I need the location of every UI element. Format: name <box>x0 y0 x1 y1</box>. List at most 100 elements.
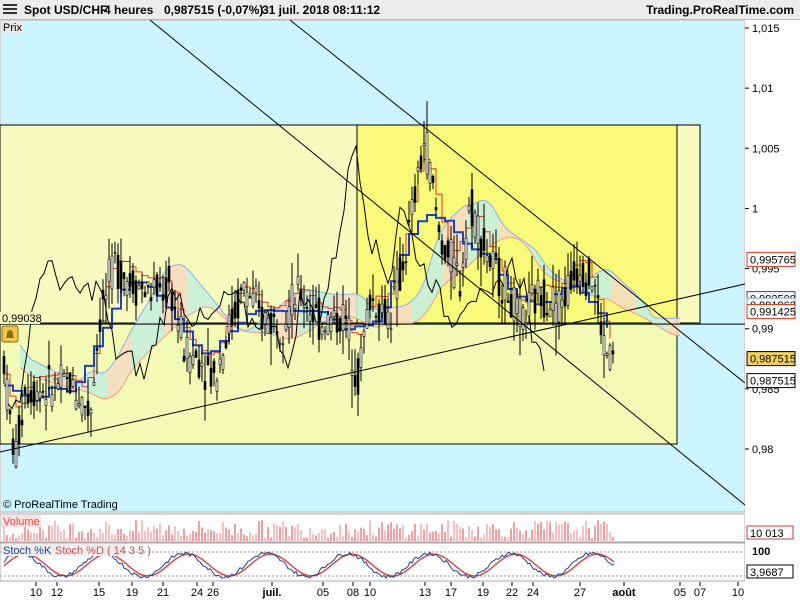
candle-body <box>335 313 339 333</box>
volume-value: 10 013 <box>750 528 784 540</box>
candle-body <box>44 398 48 406</box>
candle-body <box>434 207 438 211</box>
candle-body <box>539 295 543 307</box>
candle-body <box>179 316 183 339</box>
candle-body <box>455 262 459 266</box>
candle-body <box>515 297 519 314</box>
candle-body <box>380 303 384 314</box>
candle-body <box>122 272 126 280</box>
candle-body <box>308 314 312 322</box>
candle-body <box>35 390 39 401</box>
candle-body <box>545 312 549 316</box>
cloud-segment <box>400 305 404 325</box>
candle-body <box>533 288 537 314</box>
cloud-segment <box>352 293 356 319</box>
x-tick-label: juil. <box>262 587 282 599</box>
candle-body <box>275 331 279 335</box>
candle-body <box>80 397 84 416</box>
candle-body <box>569 270 573 290</box>
candle-body <box>368 294 372 311</box>
candle-body <box>341 304 345 331</box>
candle-body <box>188 355 192 373</box>
candle-body <box>293 303 297 310</box>
cloud-segment <box>408 300 412 325</box>
candle-body <box>89 409 93 414</box>
candle-body <box>92 382 96 386</box>
candle-body <box>167 265 171 283</box>
candle-body <box>242 281 246 291</box>
candle-body <box>557 290 561 323</box>
candle-body <box>113 252 117 255</box>
cloud-segment <box>108 364 112 399</box>
candle-body <box>230 308 234 326</box>
price-badge-label: 0,987515 <box>750 376 796 388</box>
candle-body <box>542 279 546 318</box>
candle-body <box>410 199 414 215</box>
candle-body <box>344 315 348 320</box>
candle-body <box>245 291 249 307</box>
chart-area[interactable]: 0,99038 Prix © ProRealTime Trading Volum… <box>0 0 800 600</box>
candle-body <box>353 375 357 387</box>
candle-body <box>212 360 216 373</box>
candle-body <box>362 330 366 337</box>
candle-body <box>170 292 174 311</box>
candle-body <box>134 280 138 306</box>
candle-body <box>176 324 180 332</box>
x-tick-label: 19 <box>126 587 138 599</box>
candle-body <box>26 393 30 404</box>
y-tick-label: 0,98 <box>752 444 773 456</box>
candle-body <box>254 285 258 294</box>
candle-body <box>611 350 615 355</box>
x-tick-label: 24 <box>527 587 539 599</box>
candle-body <box>95 347 99 351</box>
x-tick-label: 05 <box>317 587 329 599</box>
candle-body <box>248 296 252 299</box>
candle-body <box>53 377 57 381</box>
x-tick-label: 12 <box>51 587 63 599</box>
candle-body <box>485 255 489 263</box>
cloud-segment <box>152 287 156 349</box>
cloud-segment <box>668 318 672 335</box>
candle-body <box>251 292 255 307</box>
candle-body <box>554 302 558 324</box>
y-tick-label: 0,99 <box>752 324 773 336</box>
cloud-segment <box>392 306 396 325</box>
candle-body <box>269 313 273 334</box>
x-tick-label: 05 <box>674 587 686 599</box>
cloud-segment <box>136 315 140 365</box>
cloud-segment <box>144 302 148 357</box>
candle-body <box>128 273 132 287</box>
candle-body <box>470 189 474 227</box>
candle-body <box>560 299 564 308</box>
candle-body <box>548 308 552 318</box>
candle-body <box>314 304 318 308</box>
candle-body <box>503 266 507 301</box>
candle-body <box>155 274 159 296</box>
candle-body <box>290 284 294 316</box>
candle-body <box>161 294 165 301</box>
x-tick-label: 13 <box>419 587 431 599</box>
stoch-100-label: 100 <box>752 546 770 558</box>
cloud-segment <box>612 271 616 304</box>
candle-body <box>32 381 36 407</box>
candle-body <box>50 393 54 407</box>
time-axis[interactable]: 10 12 15 19 21 24 26 juil. 05 08 10 13 17 19 22 24 27 aoû… <box>30 582 744 599</box>
candle-body <box>446 240 450 258</box>
candle-body <box>56 383 60 390</box>
candle-body <box>86 400 90 417</box>
candle-body <box>173 307 177 309</box>
candle-body <box>146 281 150 286</box>
candle-body <box>371 298 375 301</box>
candle-body <box>383 298 387 324</box>
candle-body <box>203 381 207 390</box>
candle-body <box>71 379 75 387</box>
candle-body <box>152 279 156 288</box>
candle-body <box>119 260 123 289</box>
candle-body <box>404 261 408 263</box>
x-tick-label: 24 <box>191 587 203 599</box>
candle-body <box>593 284 597 287</box>
candle-body <box>596 295 600 299</box>
cloud-segment <box>404 303 408 325</box>
candle-body <box>437 224 441 233</box>
stoch-k-label: Stoch %K <box>3 545 52 557</box>
